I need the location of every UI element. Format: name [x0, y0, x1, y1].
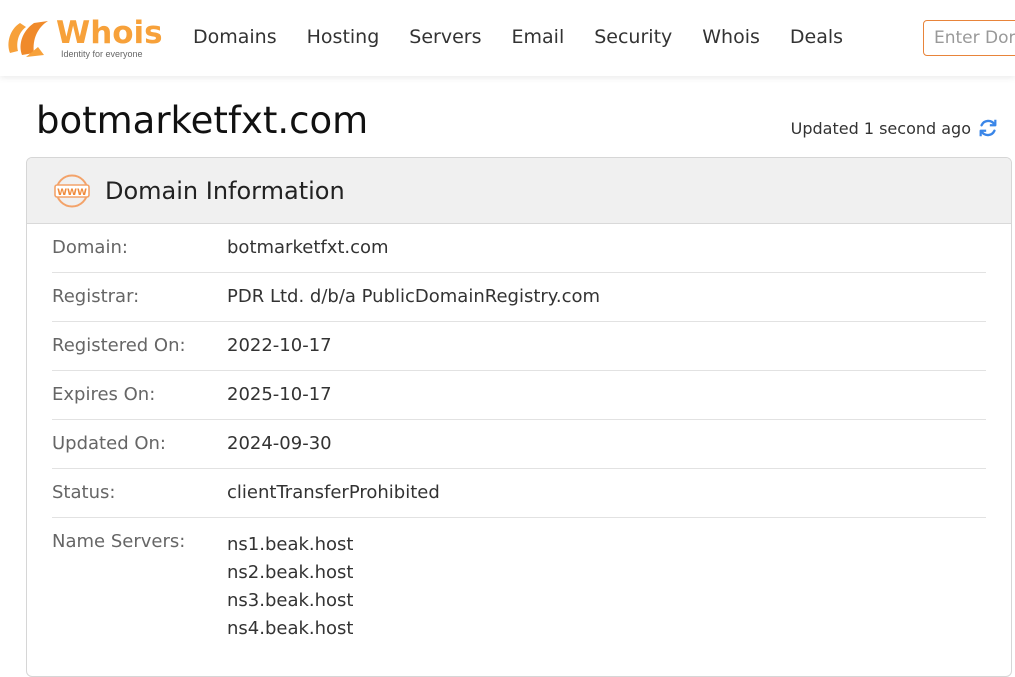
name-server-item: ns1.beak.host	[227, 534, 354, 555]
name-server-list: ns1.beak.host ns2.beak.host ns3.beak.hos…	[227, 518, 354, 643]
row-registered-on: Registered On: 2022-10-17	[52, 322, 986, 371]
name-server-item: ns3.beak.host	[227, 590, 354, 611]
row-value: 2025-10-17	[227, 384, 332, 405]
row-label: Status:	[52, 482, 116, 503]
svg-text:WWW: WWW	[57, 188, 87, 198]
nav-item-security[interactable]: Security	[594, 26, 672, 48]
domain-search-input[interactable]	[923, 20, 1015, 56]
row-label: Name Servers:	[52, 531, 186, 552]
name-server-item: ns2.beak.host	[227, 562, 354, 583]
row-value: 2022-10-17	[227, 335, 332, 356]
row-status: Status: clientTransferProhibited	[52, 469, 986, 518]
card-header: WWW Domain Information	[27, 158, 1011, 224]
nav-item-servers[interactable]: Servers	[409, 26, 481, 48]
logo-wordmark: Whois	[56, 15, 163, 51]
row-updated-on: Updated On: 2024-09-30	[52, 420, 986, 469]
nav-item-email[interactable]: Email	[512, 26, 565, 48]
row-value: PDR Ltd. d/b/a PublicDomainRegistry.com	[227, 286, 601, 307]
main-nav: Domains Hosting Servers Email Security W…	[178, 26, 858, 48]
row-value: 2024-09-30	[227, 433, 332, 454]
refresh-icon[interactable]	[977, 117, 999, 139]
name-server-item: ns4.beak.host	[227, 618, 354, 639]
updated-status: Updated 1 second ago	[791, 117, 999, 139]
nav-item-deals[interactable]: Deals	[790, 26, 843, 48]
row-label: Expires On:	[52, 384, 156, 405]
row-value: clientTransferProhibited	[227, 482, 440, 503]
row-registrar: Registrar: PDR Ltd. d/b/a PublicDomainRe…	[52, 273, 986, 322]
row-expires-on: Expires On: 2025-10-17	[52, 371, 986, 420]
row-value: botmarketfxt.com	[227, 237, 389, 258]
nav-item-hosting[interactable]: Hosting	[307, 26, 380, 48]
page-title: botmarketfxt.com	[36, 99, 369, 142]
card-title: Domain Information	[105, 176, 345, 205]
info-rows: Domain: botmarketfxt.com Registrar: PDR …	[27, 224, 1011, 643]
whois-logo[interactable]: Whois Identity for everyone	[4, 15, 164, 63]
row-label: Updated On:	[52, 433, 166, 454]
row-name-servers: Name Servers: ns1.beak.host ns2.beak.hos…	[52, 518, 986, 643]
row-label: Domain:	[52, 237, 128, 258]
logo-tagline: Identity for everyone	[61, 49, 143, 59]
domain-info-card: WWW Domain Information Domain: botmarket…	[26, 157, 1012, 677]
row-label: Registrar:	[52, 286, 140, 307]
updated-text: Updated 1 second ago	[790, 118, 971, 138]
whois-logo-icon	[8, 21, 48, 57]
top-navbar: Whois Identity for everyone Domains Host…	[0, 0, 1015, 76]
www-icon: WWW	[54, 174, 90, 207]
row-domain: Domain: botmarketfxt.com	[52, 224, 986, 273]
nav-item-domains[interactable]: Domains	[193, 26, 277, 48]
row-label: Registered On:	[52, 335, 186, 356]
nav-item-whois[interactable]: Whois	[702, 26, 760, 48]
